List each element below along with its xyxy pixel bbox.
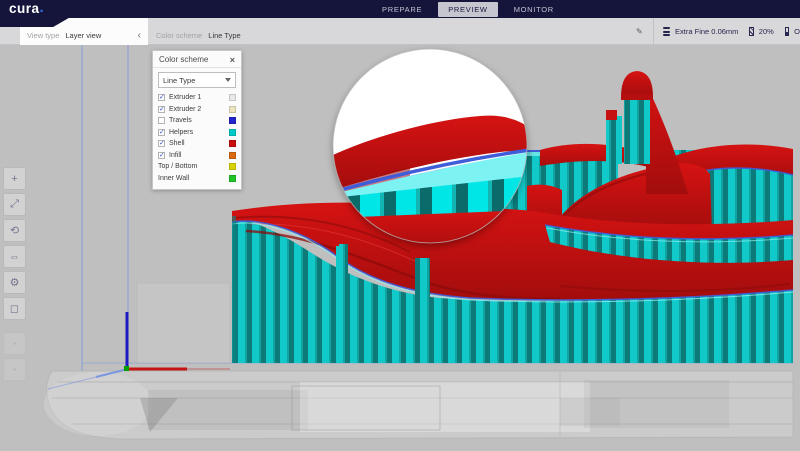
extruder-1-icon: ▪ bbox=[13, 339, 16, 348]
color-scheme-value: Line Type bbox=[208, 31, 240, 40]
checkbox-checked[interactable]: ✓ bbox=[158, 152, 165, 159]
tab-monitor[interactable]: MONITOR bbox=[504, 2, 564, 17]
legend-row: Travels bbox=[158, 115, 236, 127]
color-scheme-label: Color scheme bbox=[156, 31, 202, 40]
legend-label: Helpers bbox=[169, 129, 225, 136]
view-type-value: Layer view bbox=[65, 31, 101, 40]
panel-header: Color scheme × bbox=[153, 51, 241, 68]
chevron-down-icon bbox=[225, 78, 231, 82]
checkbox-unchecked[interactable] bbox=[158, 117, 165, 124]
print-settings-summary[interactable]: ✎ Extra Fine 0.06mm 20% O bbox=[632, 18, 800, 45]
color-swatch bbox=[229, 117, 236, 124]
line-type-select[interactable]: Line Type bbox=[158, 72, 236, 88]
tool-support-blocker-button[interactable]: ◻ bbox=[3, 297, 26, 320]
legend-label: Shell bbox=[169, 140, 225, 147]
legend-row: ✓ Infill bbox=[158, 150, 236, 162]
tab-prepare[interactable]: PREPARE bbox=[372, 2, 432, 17]
close-icon[interactable]: × bbox=[230, 56, 235, 64]
extruder-2-icon: ▪ bbox=[13, 365, 16, 374]
legend-row: ✓ Helpers bbox=[158, 127, 236, 139]
ghost-box bbox=[137, 283, 230, 363]
legend-row: ✓ Shell bbox=[158, 138, 236, 150]
line-type-value: Line Type bbox=[163, 76, 195, 85]
panel-title: Color scheme bbox=[159, 55, 208, 64]
legend-row: Top / Bottom bbox=[158, 161, 236, 173]
legend-row: ✓ Extruder 1 bbox=[158, 92, 236, 104]
tool-scale-button[interactable]: ⤢ bbox=[3, 193, 26, 216]
checkbox-checked[interactable]: ✓ bbox=[158, 140, 165, 147]
mirror-icon: ⇔ bbox=[9, 251, 20, 263]
viewport-3d[interactable] bbox=[0, 0, 800, 451]
legend-label: Inner Wall bbox=[158, 175, 225, 182]
move-icon: + bbox=[11, 173, 17, 185]
tool-sidebar: + ⤢ ⟲ ⇔ ⚙ ◻ ▪ ▪ bbox=[3, 167, 26, 384]
legend-label: Infill bbox=[169, 152, 225, 159]
rotate-icon: ⟲ bbox=[10, 224, 19, 237]
tool-extruder-1-button[interactable]: ▪ bbox=[3, 332, 26, 355]
color-scheme-dropdown[interactable]: Color scheme Line Type bbox=[156, 18, 241, 45]
color-swatch bbox=[229, 140, 236, 147]
legend-label: Top / Bottom bbox=[158, 163, 225, 170]
tab-preview[interactable]: PREVIEW bbox=[438, 2, 498, 17]
infill-icon bbox=[749, 27, 753, 36]
legend-label: Extruder 2 bbox=[169, 106, 225, 113]
support-blocker-icon: ◻ bbox=[10, 302, 19, 315]
color-swatch bbox=[229, 152, 236, 159]
collapse-chevron-icon[interactable]: ‹ bbox=[138, 33, 141, 39]
checkbox-checked[interactable]: ✓ bbox=[158, 129, 165, 136]
legend-row: Inner Wall bbox=[158, 173, 236, 185]
profile-value: Extra Fine 0.06mm bbox=[675, 27, 738, 36]
color-swatch bbox=[229, 94, 236, 101]
color-scheme-panel: Color scheme × Line Type ✓ Extruder 1 ✓ Ext… bbox=[152, 50, 242, 190]
layer-height-icon bbox=[663, 27, 670, 36]
legend-rows: ✓ Extruder 1 ✓ Extruder 2 Travels ✓ Helpers ✓ Sh… bbox=[153, 91, 241, 189]
color-swatch bbox=[229, 163, 236, 170]
tool-rotate-button[interactable]: ⟲ bbox=[3, 219, 26, 242]
color-swatch bbox=[229, 106, 236, 113]
logo-dot: . bbox=[40, 1, 44, 15]
app-logo: cura. bbox=[0, 0, 70, 27]
legend-row: ✓ Extruder 2 bbox=[158, 104, 236, 116]
top-bar: PREPARE PREVIEW MONITOR bbox=[0, 0, 800, 18]
tool-extruder-2-button[interactable]: ▪ bbox=[3, 358, 26, 381]
ghost-hull bbox=[44, 371, 793, 439]
tool-move-button[interactable]: + bbox=[3, 167, 26, 190]
color-swatch bbox=[229, 175, 236, 182]
edit-icon[interactable]: ✎ bbox=[636, 27, 643, 36]
color-swatch bbox=[229, 129, 236, 136]
stage-tabs: PREPARE PREVIEW MONITOR bbox=[372, 0, 564, 18]
checkbox-checked[interactable]: ✓ bbox=[158, 106, 165, 113]
legend-label: Extruder 1 bbox=[169, 94, 225, 101]
per-model-settings-icon: ⚙ bbox=[10, 276, 20, 289]
tool-mirror-button[interactable]: ⇔ bbox=[3, 245, 26, 268]
tool-per-model-settings-button[interactable]: ⚙ bbox=[3, 271, 26, 294]
legend-label: Travels bbox=[169, 117, 225, 124]
checkbox-checked[interactable]: ✓ bbox=[158, 94, 165, 101]
adhesion-value: O bbox=[794, 27, 800, 36]
secondary-toolbar: View type Layer view ‹ Color scheme Line… bbox=[0, 18, 800, 45]
cura-window: PREPARE PREVIEW MONITOR cura. View type … bbox=[0, 0, 800, 451]
scale-icon: ⤢ bbox=[10, 198, 19, 211]
adhesion-icon bbox=[785, 27, 789, 36]
infill-value: 20% bbox=[759, 27, 774, 36]
logo-text: cura bbox=[9, 1, 40, 17]
view-type-label: View type bbox=[27, 31, 59, 40]
